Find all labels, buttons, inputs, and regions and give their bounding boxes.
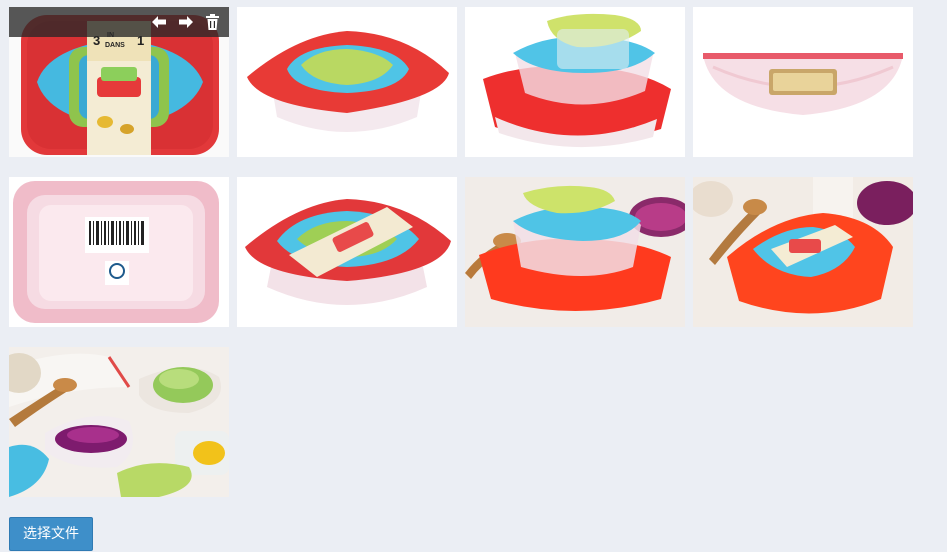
image-tile-5[interactable] [9,177,229,327]
product-photo-7 [465,177,685,327]
image-tile-7[interactable] [465,177,685,327]
image-toolbar [9,7,229,37]
product-photo-4 [693,7,913,157]
package-word-dans: DANS [105,42,125,49]
product-photo-3 [465,7,685,157]
product-photo-9 [9,347,229,497]
product-photo-2 [237,7,457,157]
image-tile-1[interactable]: 3 IN DANS 1 [9,7,229,157]
image-tile-9[interactable] [9,347,229,497]
image-tile-4[interactable] [693,7,913,157]
product-photo-5 [9,177,229,327]
product-photo-6 [237,177,457,327]
image-tile-6[interactable] [237,177,457,327]
product-photo-8 [693,177,913,327]
image-tile-8[interactable] [693,177,913,327]
arrow-right-icon[interactable] [177,13,195,31]
trash-icon[interactable] [203,13,221,31]
image-tile-2[interactable] [237,7,457,157]
image-tile-3[interactable] [465,7,685,157]
image-gallery: 3 IN DANS 1 [0,0,947,552]
arrow-left-icon[interactable] [150,13,168,31]
choose-file-button[interactable]: 选择文件 [9,517,93,551]
